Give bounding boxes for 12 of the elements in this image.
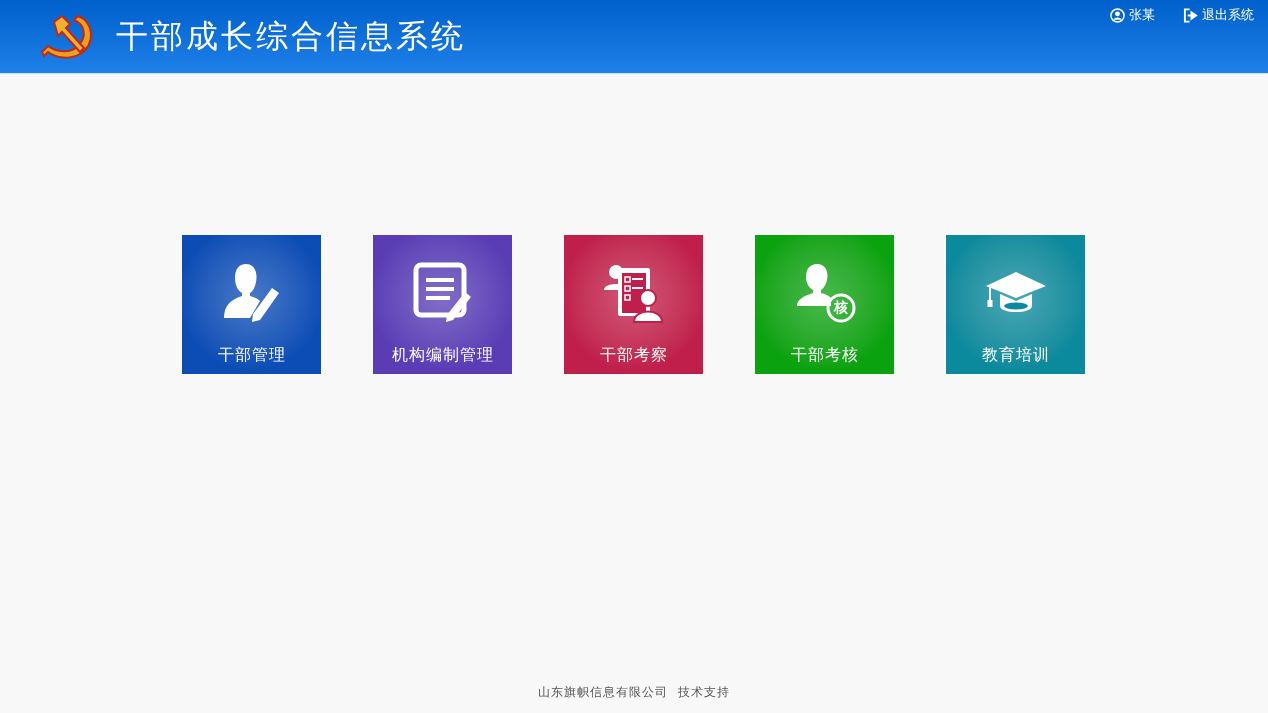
app-title: 干部成长综合信息系统 [116, 15, 466, 57]
user-link[interactable]: 张某 [1110, 6, 1155, 24]
module-tile[interactable]: 干部管理 [182, 235, 321, 374]
user-icon [1110, 7, 1125, 23]
module-tile[interactable]: 干部考察 [564, 235, 703, 374]
module-tile[interactable]: 核 干部考核 [755, 235, 894, 374]
support-note: 技术支持 [678, 684, 730, 701]
module-tile[interactable]: 机构编制管理 [373, 235, 512, 374]
logout-icon [1183, 7, 1198, 23]
company-name: 山东旗帜信息有限公司 [538, 684, 668, 701]
logout-link[interactable]: 退出系统 [1183, 6, 1254, 24]
module-tile[interactable]: 教育培训 [946, 235, 1085, 374]
